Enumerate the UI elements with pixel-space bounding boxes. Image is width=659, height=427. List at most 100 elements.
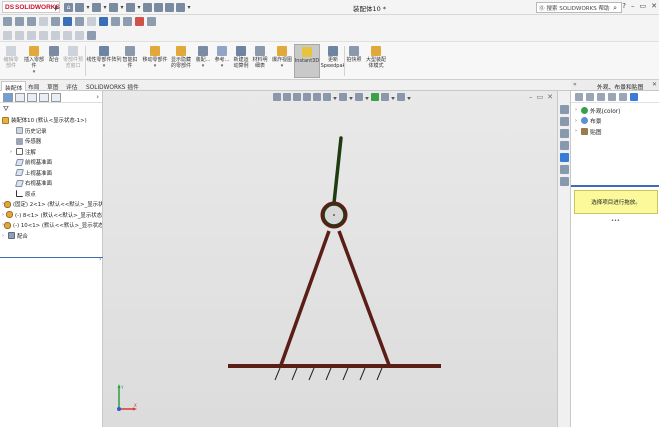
dimxpert-tab-icon[interactable] [39,93,49,102]
search-icon[interactable]: ⌕ [613,4,617,13]
chevron-down-icon[interactable]: ▾ [202,63,205,69]
tree-item-component[interactable]: › (-) 10<1> (默认<<默认>_显示状态 [2,220,102,231]
chevron-down-icon[interactable]: ▾ [187,3,191,12]
chevron-right-icon[interactable]: › [99,256,101,263]
minimize-icon[interactable]: – [631,2,635,10]
options-icon[interactable] [630,93,638,101]
configuration-manager-tab-icon[interactable] [27,93,37,102]
model-graphic[interactable] [103,91,557,427]
custom-properties-icon[interactable] [559,165,569,174]
pin-icon[interactable]: « [573,81,577,88]
chevron-down-icon[interactable]: ▾ [154,63,157,69]
bill-of-materials-button[interactable]: 材料明细表 [251,46,269,69]
tree-item-component[interactable]: › (固定) 2<1> (默认<<默认>_显示状 [2,199,102,210]
insert-component-button[interactable]: 插入零部件 ▾ [22,46,46,75]
rectangle-icon[interactable] [39,31,48,40]
graphics-area[interactable]: – ▭ ✕ Y X [103,91,557,427]
render-icon[interactable] [135,17,144,26]
appearances-tab-icon[interactable] [559,153,569,162]
new-document-icon[interactable] [75,3,84,12]
tree-item-front-plane[interactable]: 前视基准面 [2,157,102,168]
filter-icon[interactable]: ⛛ [0,103,102,115]
chevron-down-icon[interactable]: ▾ [221,63,224,69]
help-question-icon[interactable]: ? [622,2,626,10]
chevron-down-icon[interactable]: ▾ [103,63,106,69]
smart-fastener-button[interactable]: 智能扣件 [122,46,138,69]
tree-item-history[interactable]: 历史记录 [2,126,102,137]
save-icon[interactable] [109,3,118,12]
assembly-features-button[interactable]: 装配... ▾ [194,46,212,69]
home-icon[interactable]: ⌂ [64,3,73,12]
reference-geometry-button[interactable]: 参考... ▾ [213,46,231,69]
chart-icon[interactable] [87,31,96,40]
section-view-icon[interactable] [75,17,84,26]
hide-show-icon[interactable] [123,17,132,26]
restore-icon[interactable]: ▭ [640,2,647,10]
new-motion-study-button[interactable]: 新建运动算例 [232,46,250,69]
solidworks-logo[interactable]: DS SOLIDWORKS [2,1,60,13]
help-search-box[interactable]: ⓪ 搜索 SOLIDWORKS 帮助 ⌕ [536,2,622,13]
tree-item-origin[interactable]: 原点 [2,189,102,200]
instant3d-button[interactable]: Instant3D [294,44,320,78]
mate-button[interactable]: 配合 [48,46,60,63]
back-icon[interactable] [575,93,583,101]
tree-item-decals[interactable]: › 贴图 [571,126,659,137]
feature-manager-tab-icon[interactable] [3,93,13,102]
design-library-icon[interactable] [559,117,569,126]
mirror-icon[interactable] [63,31,72,40]
undo-icon[interactable] [143,3,152,12]
left-leg[interactable] [279,230,331,366]
line-icon[interactable] [3,31,12,40]
component-preview-button[interactable]: 零部件预览窗口 [62,46,84,69]
property-manager-tab-icon[interactable] [15,93,25,102]
select-icon[interactable] [154,3,163,12]
tree-item-annotations[interactable]: › 注解 [2,147,102,158]
up-icon[interactable] [597,93,605,101]
tree-item-mates[interactable]: › 配合 [2,231,102,242]
panel-splitter[interactable] [0,257,103,258]
chevron-down-icon[interactable]: ▾ [281,63,284,69]
right-leg[interactable] [337,230,391,366]
file-explorer-icon[interactable] [559,129,569,138]
update-speedpak-button[interactable]: 更新Speedpak [321,46,345,69]
sketch-icon[interactable] [15,17,24,26]
tab-sketch[interactable]: 草图 [44,81,62,91]
tree-item-scenes[interactable]: › 布景 [571,116,659,127]
add-folder-icon[interactable] [608,93,616,101]
options-icon[interactable] [176,3,185,12]
pane-splitter[interactable] [571,185,659,187]
scene-icon[interactable] [111,17,120,26]
open-icon[interactable] [92,3,101,12]
circle-icon[interactable] [15,31,24,40]
forum-icon[interactable] [559,177,569,186]
move-component-button[interactable]: 移动零部件 ▾ [142,46,168,69]
print-icon[interactable] [126,3,135,12]
chevron-down-icon[interactable]: ▾ [86,3,90,12]
ground-bar[interactable] [228,364,441,368]
tree-item-right-plane[interactable]: 右视基准面 [2,178,102,189]
menu-expand-icon[interactable] [55,5,58,11]
forward-icon[interactable] [586,93,594,101]
view-settings-icon[interactable] [87,17,96,26]
tree-item-component[interactable]: › (-) 8<1> (默认<<默认>_显示状态 [2,210,102,221]
show-hidden-components-button[interactable]: 显示隐藏的零部件 [170,46,192,69]
chevron-down-icon[interactable]: ▾ [120,3,124,12]
zoom-icon[interactable] [3,17,12,26]
display-style-icon[interactable] [63,17,72,26]
pendulum-rod[interactable] [332,136,343,205]
trim-icon[interactable] [51,31,60,40]
tab-addins[interactable]: SOLIDWORKS 插件 [83,81,142,91]
arc-icon[interactable] [27,31,36,40]
rebuild-icon[interactable] [165,3,174,12]
tree-item-sensors[interactable]: 传感器 [2,136,102,147]
tree-item-top-plane[interactable]: 上视基准面 [2,168,102,179]
tab-assembly[interactable]: 装配体 [1,81,27,92]
solidworks-resources-icon[interactable] [559,105,569,114]
tab-layout[interactable]: 布局 [25,81,43,91]
exploded-view-button[interactable]: 爆炸视图 ▾ [271,46,293,69]
tree-item-appearances[interactable]: › 外观(color) [571,105,659,116]
tab-evaluate[interactable]: 评估 [63,81,81,91]
refresh-icon[interactable] [619,93,627,101]
view-orientation-icon[interactable] [51,17,60,26]
chevron-down-icon[interactable]: ▾ [137,3,141,12]
